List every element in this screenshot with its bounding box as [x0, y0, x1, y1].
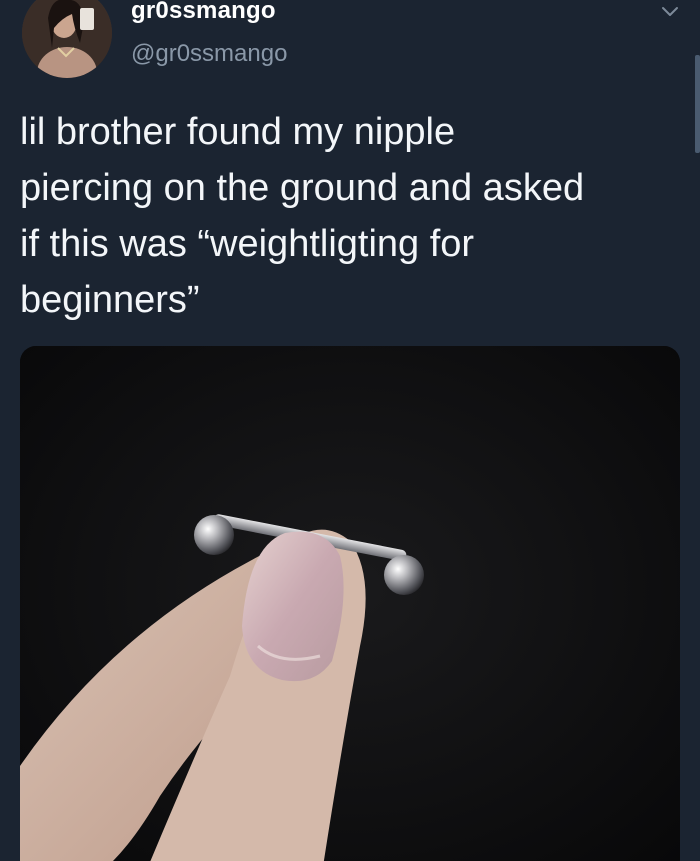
user-handle[interactable]: @gr0ssmango [131, 40, 287, 68]
avatar[interactable] [22, 0, 112, 78]
chevron-down-icon[interactable] [658, 0, 682, 24]
tweet-card: gr0ssmango @gr0ssmango lil brother found… [0, 0, 700, 861]
scrollbar-thumb[interactable] [695, 55, 700, 153]
piercing-photo-icon [20, 346, 680, 861]
tweet-media-photo[interactable] [20, 346, 680, 861]
display-name[interactable]: gr0ssmango [131, 0, 276, 25]
avatar-photo-icon [22, 0, 112, 78]
tweet-text: lil brother found my nipple piercing on … [20, 111, 585, 321]
